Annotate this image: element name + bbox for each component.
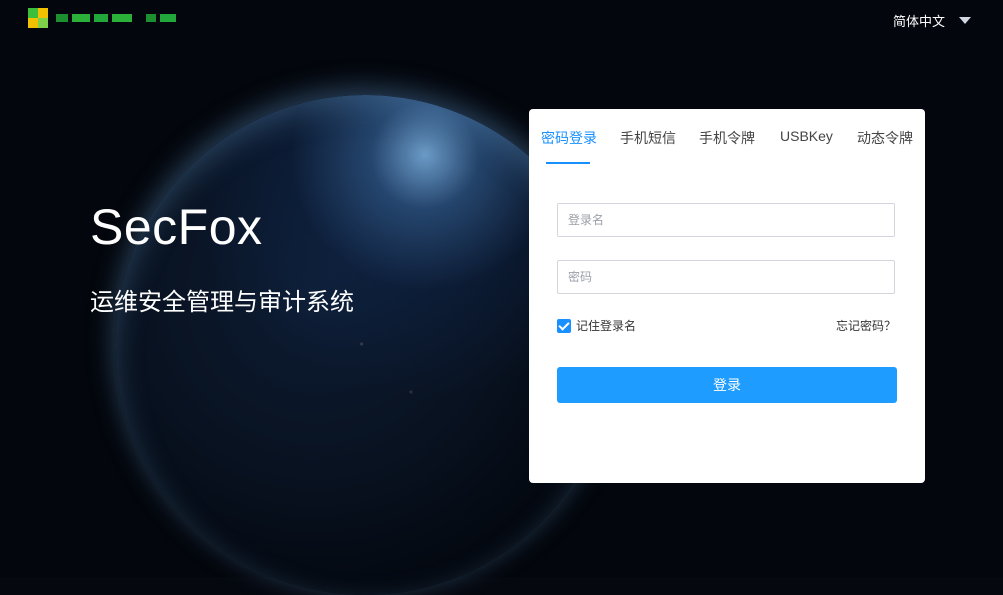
tab-sms-login[interactable]: 手机短信 — [620, 128, 676, 148]
tab-usbkey-login[interactable]: USBKey — [780, 128, 833, 144]
login-tabs: 密码登录 手机短信 手机令牌 USBKey 动态令牌 — [529, 109, 925, 165]
password-input[interactable] — [557, 260, 895, 294]
tab-password-login[interactable]: 密码登录 — [541, 128, 597, 148]
logo-icon — [28, 8, 48, 28]
login-button[interactable]: 登录 — [557, 367, 897, 403]
login-card: 密码登录 手机短信 手机令牌 USBKey 动态令牌 记住登录名 忘记密码？ 登… — [529, 109, 925, 483]
username-input[interactable] — [557, 203, 895, 237]
remember-username-checkbox[interactable]: 记住登录名 — [557, 317, 636, 334]
top-bar: 简体中文 — [0, 0, 1003, 38]
tab-mobile-token-login[interactable]: 手机令牌 — [699, 128, 755, 148]
language-label: 简体中文 — [892, 14, 945, 29]
product-subtitle: 运维安全管理与审计系统 — [90, 289, 354, 316]
chevron-down-icon — [959, 17, 971, 24]
active-tab-indicator — [546, 162, 590, 164]
logo-wordmark — [56, 14, 176, 22]
forgot-password-link[interactable]: 忘记密码？ — [836, 317, 896, 334]
product-title: SecFox — [90, 199, 263, 255]
tab-dynamic-token-login[interactable]: 动态令牌 — [857, 128, 913, 148]
language-selector[interactable]: 简体中文 — [893, 11, 971, 30]
checkbox-checked-icon[interactable] — [557, 318, 571, 333]
remember-username-label: 记住登录名 — [576, 319, 637, 333]
